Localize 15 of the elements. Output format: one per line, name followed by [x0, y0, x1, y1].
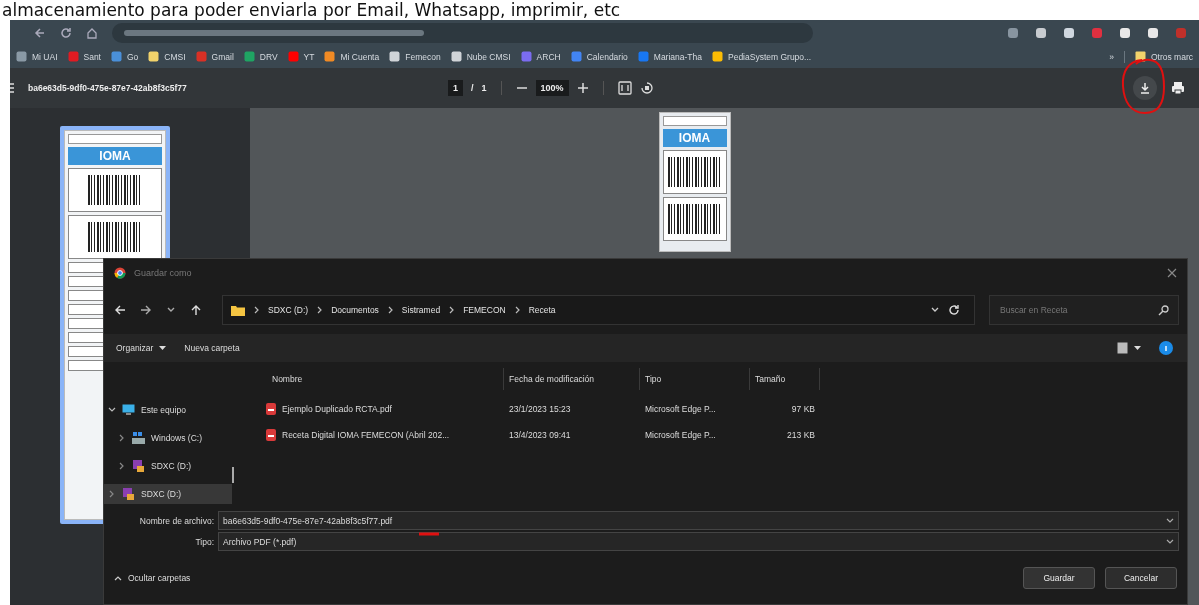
file-type: Microsoft Edge P...	[644, 404, 717, 414]
ioma-header: IOMA	[68, 147, 162, 165]
file-date: 13/4/2023 09:41	[508, 430, 572, 440]
document-title: ba6e63d5-9df0-475e-87e7-42ab8f3c5f77	[28, 83, 188, 93]
ioma-header: IOMA	[662, 129, 727, 147]
field-label: Tipo:	[194, 536, 215, 547]
file-date: 23/1/2023 15:23	[508, 404, 572, 414]
dialog-title: Guardar como	[134, 267, 192, 278]
page-total: 1	[481, 83, 487, 93]
file-size: 97 KB	[790, 404, 816, 414]
file-type: Microsoft Edge P...	[644, 430, 717, 440]
caption-text: almacenamiento para poder enviarla por Email, Whatsapp, imprimir, etc	[1, 0, 621, 20]
file-size: 213 KB	[786, 430, 816, 440]
page-separator: /	[471, 83, 474, 93]
field-label: Nombre de archivo:	[138, 515, 215, 526]
